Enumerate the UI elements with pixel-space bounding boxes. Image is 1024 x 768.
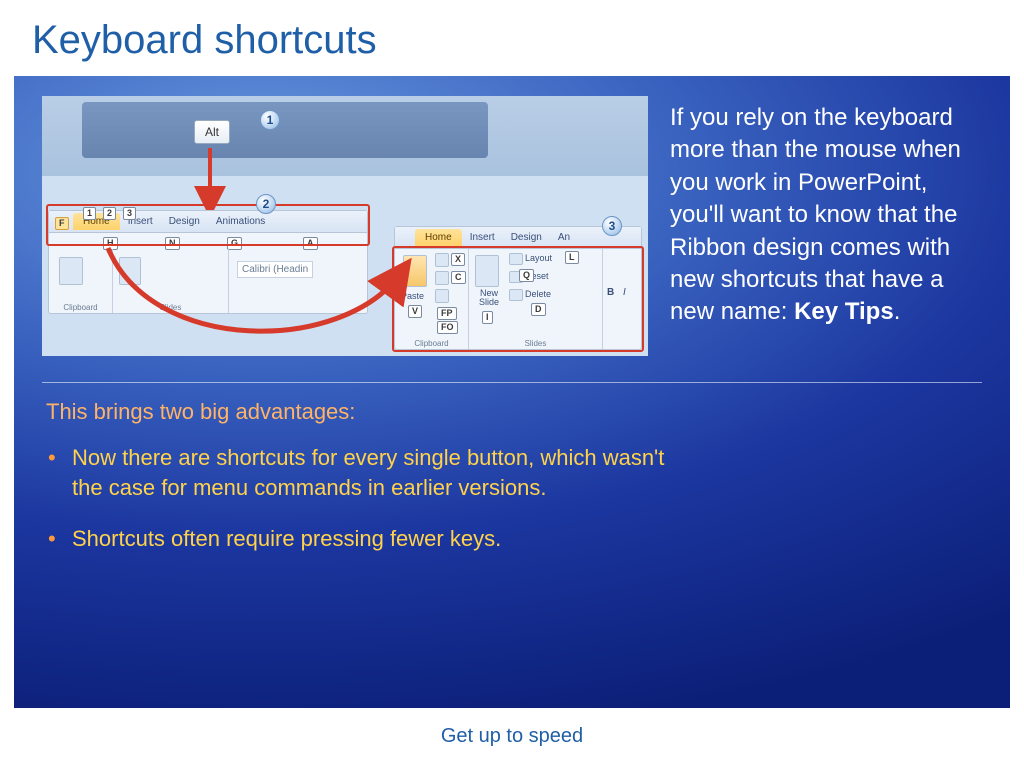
divider [42, 382, 982, 383]
advantage-item: Shortcuts often require pressing fewer k… [46, 524, 682, 554]
keytips-term: Key Tips [794, 298, 894, 325]
intro-paragraph: If you rely on the keyboard more than th… [670, 96, 982, 356]
arrow-2-icon [42, 96, 648, 356]
slide-title: Keyboard shortcuts [0, 0, 1024, 71]
keytips-illustration: Alt 1 Home Insert Design Animations F 1 [42, 96, 648, 356]
advantages-heading: This brings two big advantages: [46, 399, 982, 425]
content-panel: Alt 1 Home Insert Design Animations F 1 [14, 76, 1010, 708]
intro-end: . [894, 298, 901, 325]
advantage-item: Now there are shortcuts for every single… [46, 443, 682, 502]
advantages-list: Now there are shortcuts for every single… [42, 443, 682, 554]
footer-caption: Get up to speed [0, 725, 1024, 748]
intro-text: If you rely on the keyboard more than th… [670, 104, 961, 325]
